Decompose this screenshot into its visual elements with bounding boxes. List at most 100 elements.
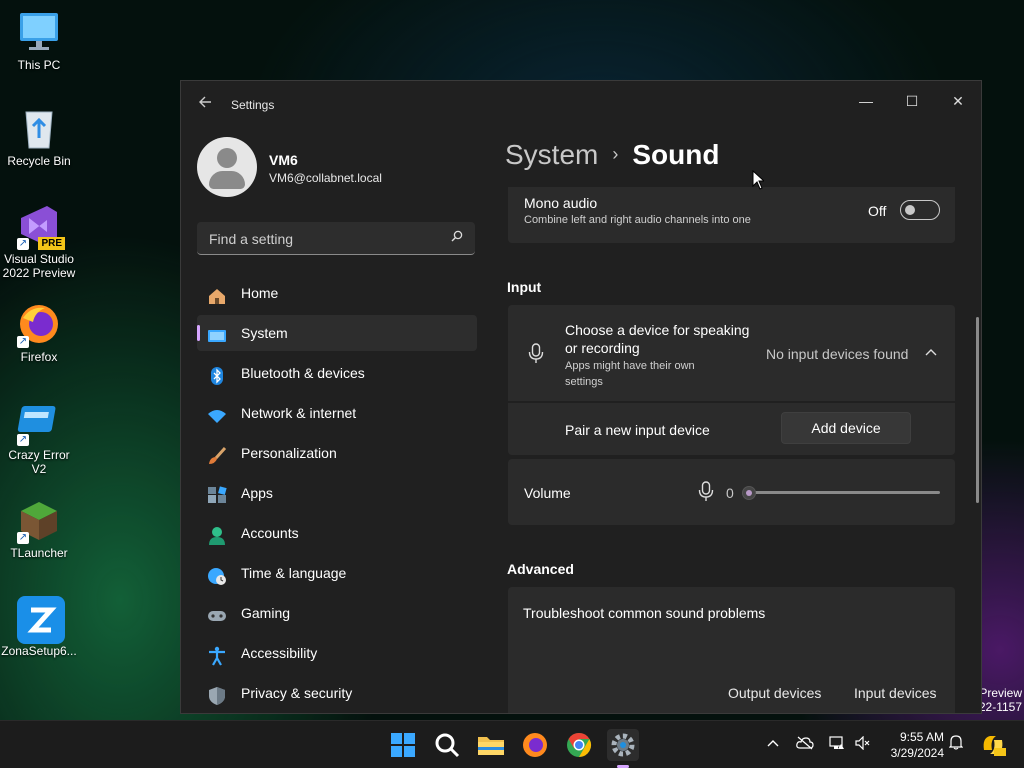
shield-icon: [207, 683, 227, 705]
content-scrollbar[interactable]: [976, 317, 979, 503]
desktop-icon-recycle-bin[interactable]: Recycle Bin: [0, 106, 78, 168]
mono-audio-toggle[interactable]: [900, 200, 940, 220]
brush-icon: [207, 443, 227, 464]
desktop-icon-visual-studio[interactable]: PRE ↗ Visual Studio 2022 Preview: [0, 204, 78, 280]
tray-overflow-chevron[interactable]: [762, 721, 784, 768]
sidebar-item-gaming[interactable]: Gaming: [197, 595, 477, 631]
gear-icon: [611, 733, 635, 757]
user-email: VM6@collabnet.local: [269, 171, 382, 185]
zona-icon: [17, 596, 65, 644]
firefox-icon: [523, 733, 547, 757]
sidebar-item-bluetooth[interactable]: Bluetooth & devices: [197, 355, 477, 391]
avatar: [197, 137, 257, 197]
clock[interactable]: 9:55 AM 3/29/2024: [880, 729, 944, 761]
output-devices-link[interactable]: Output devices: [728, 685, 821, 701]
shortcut-arrow-icon: ↗: [17, 532, 29, 544]
breadcrumb-parent[interactable]: System: [505, 139, 598, 170]
apps-icon: [207, 483, 227, 503]
clock-time: 9:55 AM: [899, 730, 944, 744]
sidebar-item-home[interactable]: Home: [197, 275, 477, 311]
desktop-icon-label: TLauncher: [10, 546, 68, 560]
taskbar-chrome[interactable]: [563, 729, 595, 761]
taskbar-firefox[interactable]: [519, 729, 551, 761]
desktop-icon-tlauncher[interactable]: ↗ TLauncher: [0, 498, 78, 560]
input-section-heading: Input: [507, 279, 542, 295]
troubleshoot-card: Troubleshoot common sound problems Outpu…: [508, 587, 955, 713]
volume-slider-track[interactable]: [746, 491, 940, 494]
troubleshoot-title: Troubleshoot common sound problems: [523, 605, 766, 621]
gamepad-icon: [207, 603, 227, 623]
sidebar-item-personalization[interactable]: Personalization: [197, 435, 477, 471]
sidebar-item-accessibility[interactable]: Accessibility: [197, 635, 477, 671]
desktop-icon-firefox[interactable]: ↗ Firefox: [0, 302, 78, 364]
chevron-up-icon[interactable]: [925, 346, 937, 364]
maximize-button[interactable]: ☐: [889, 85, 935, 117]
sidebar-item-time-language[interactable]: Time & language: [197, 555, 477, 591]
monitor-icon: [17, 10, 61, 54]
grass-block-icon: ↗: [17, 498, 61, 544]
search-icon: [435, 733, 460, 758]
visual-studio-icon: PRE ↗: [17, 204, 65, 250]
add-device-button[interactable]: Add device: [781, 412, 911, 444]
onedrive-offline-icon[interactable]: [794, 721, 816, 768]
sidebar-item-privacy-security[interactable]: Privacy & security: [197, 675, 477, 711]
sidebar-item-network[interactable]: Network & internet: [197, 395, 477, 431]
breadcrumb-separator: ›: [612, 144, 619, 164]
desktop-icon-label: This PC: [17, 58, 61, 72]
arrow-left-icon: [199, 96, 211, 108]
shortcut-arrow-icon: ↗: [17, 238, 29, 250]
search-box[interactable]: [197, 222, 475, 256]
bluetooth-icon: [207, 363, 227, 385]
accessibility-icon: [207, 643, 227, 666]
mono-audio-description: Combine left and right audio channels in…: [524, 214, 751, 226]
shortcut-arrow-icon: ↗: [17, 434, 29, 446]
desktop-icon-this-pc[interactable]: This PC: [0, 10, 78, 72]
sidebar-item-apps[interactable]: Apps: [197, 475, 477, 511]
advanced-section-heading: Advanced: [507, 561, 574, 577]
system-icon: [207, 323, 227, 343]
microphone-icon: [698, 481, 714, 508]
mono-audio-title: Mono audio: [524, 195, 598, 211]
wifi-icon: [207, 403, 227, 423]
title-bar: Settings — ☐ ✕: [181, 81, 981, 129]
taskbar-settings[interactable]: [607, 729, 639, 768]
minimize-button[interactable]: —: [843, 85, 889, 117]
choose-device-title: Choose a device for speaking or recordin…: [565, 322, 750, 356]
mono-audio-state: Off: [868, 203, 887, 219]
back-button[interactable]: [195, 95, 215, 115]
pair-device-label: Pair a new input device: [565, 422, 710, 438]
taskbar-search-button[interactable]: [431, 729, 463, 761]
input-device-status: No input devices found: [766, 346, 909, 362]
copilot-icon[interactable]: [978, 721, 1008, 768]
start-button[interactable]: [387, 729, 419, 761]
app-title: Settings: [231, 98, 275, 112]
taskbar: 9:55 AM 3/29/2024: [0, 720, 1024, 768]
microphone-icon: [528, 343, 544, 370]
desktop-icon-crazy-error[interactable]: ↗ Crazy Error V2: [0, 400, 78, 476]
mouse-cursor-icon: [752, 169, 766, 195]
network-icon[interactable]: [826, 721, 848, 768]
crazy-error-icon: ↗: [17, 400, 61, 446]
input-devices-link[interactable]: Input devices: [854, 685, 937, 701]
notification-bell-icon[interactable]: [946, 721, 966, 768]
breadcrumb: System › Sound: [505, 139, 719, 171]
chevron-up-icon: [767, 740, 779, 747]
sidebar-item-system[interactable]: System: [197, 315, 477, 351]
desktop-icon-zonasetup[interactable]: ZonaSetup6...: [0, 596, 78, 658]
volume-slider-thumb[interactable]: [742, 486, 756, 500]
taskbar-file-explorer[interactable]: [475, 729, 507, 761]
account-icon: [207, 523, 227, 545]
choose-device-description: Apps might have their own settings: [565, 360, 695, 388]
sidebar-nav: Home System Bluetooth & devices Network …: [197, 275, 477, 713]
folder-icon: [478, 737, 504, 755]
input-device-card[interactable]: Choose a device for speaking or recordin…: [508, 305, 955, 401]
search-input[interactable]: [207, 222, 441, 256]
watermark: Preview 22-1157: [978, 686, 1022, 714]
volume-muted-icon[interactable]: [852, 721, 874, 768]
search-icon[interactable]: [451, 230, 463, 245]
close-button[interactable]: ✕: [935, 85, 981, 117]
sidebar-item-accounts[interactable]: Accounts: [197, 515, 477, 551]
desktop-icon-label: Crazy Error V2: [8, 448, 70, 476]
desktop-icon-label: Recycle Bin: [7, 154, 71, 168]
clock-date: 3/29/2024: [890, 746, 944, 760]
